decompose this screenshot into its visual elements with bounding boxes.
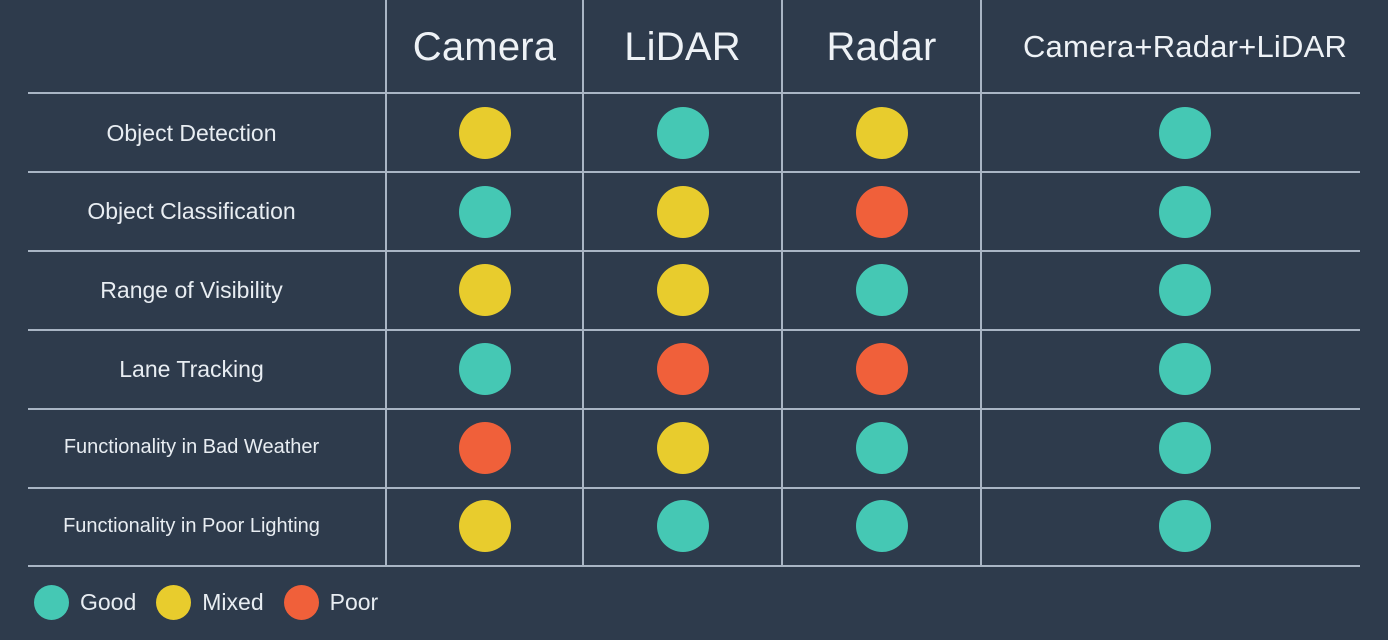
cell-range-of-visibility-camera — [387, 251, 582, 330]
rating-dot-mixed — [656, 264, 709, 317]
rating-dot-good — [1159, 421, 1211, 474]
cell-object-detection-radar — [783, 94, 980, 173]
column-header-camera: Camera — [412, 24, 557, 69]
legend-label-poor: Poor — [329, 589, 379, 615]
cell-object-detection-fusion — [982, 94, 1388, 173]
rating-dot-good — [656, 107, 709, 160]
rating-dot-good — [855, 500, 908, 553]
rating-dot-mixed — [656, 421, 709, 474]
rating-dot-good — [855, 264, 908, 317]
cell-range-of-visibility-fusion — [982, 251, 1388, 330]
legend-label-good: Good — [80, 589, 137, 615]
cell-poor-lighting-fusion — [982, 487, 1388, 566]
table-row: Functionality in Bad Weather — [0, 408, 1388, 487]
row-label-object-detection: Object Detection — [106, 119, 277, 146]
cell-bad-weather-fusion — [982, 408, 1388, 487]
rating-dot-good — [1159, 343, 1211, 396]
rating-dot-poor — [855, 185, 908, 238]
table-header-row: Camera LiDAR Radar Camera+Radar+LiDAR — [0, 0, 1388, 94]
row-label-object-classification: Object Classification — [87, 198, 296, 225]
rating-dot-mixed — [458, 500, 511, 553]
rating-dot-poor — [458, 421, 511, 474]
rating-dot-good — [855, 421, 908, 474]
rating-dot-mixed — [656, 185, 709, 238]
table-row: Lane Tracking — [0, 330, 1388, 409]
sensor-comparison-matrix: Camera LiDAR Radar Camera+Radar+LiDAR Ob… — [0, 0, 1388, 640]
legend-item-poor: Poor — [283, 585, 379, 620]
cell-poor-lighting-lidar — [584, 487, 781, 566]
cell-object-detection-camera — [387, 94, 582, 173]
table-row: Functionality in Poor Lighting — [0, 487, 1388, 566]
column-header-fusion: Camera+Radar+LiDAR — [1022, 29, 1348, 64]
legend-dot-mixed-icon — [156, 585, 192, 620]
rating-dot-poor — [855, 343, 908, 396]
rating-dot-good — [458, 185, 511, 238]
cell-bad-weather-lidar — [584, 408, 781, 487]
rating-dot-good — [458, 343, 511, 396]
table-row: Range of Visibility — [0, 251, 1388, 330]
cell-object-classification-camera — [387, 173, 582, 252]
cell-lane-tracking-radar — [783, 330, 980, 409]
rating-dot-mixed — [458, 264, 511, 317]
cell-object-classification-fusion — [982, 173, 1388, 252]
column-header-lidar: LiDAR — [624, 24, 741, 69]
row-label-functionality-bad-weather: Functionality in Bad Weather — [63, 436, 320, 459]
rating-dot-good — [1159, 107, 1211, 160]
cell-object-detection-lidar — [584, 94, 781, 173]
cell-bad-weather-camera — [387, 408, 582, 487]
rating-dot-good — [656, 500, 709, 553]
rating-dot-good — [1159, 185, 1211, 238]
rating-dot-good — [1159, 500, 1211, 553]
row-label-lane-tracking: Lane Tracking — [119, 355, 264, 382]
legend: Good Mixed Poor — [34, 585, 398, 620]
rating-dot-good — [1159, 264, 1211, 317]
rating-dot-mixed — [855, 107, 908, 160]
legend-label-mixed: Mixed — [202, 589, 264, 615]
cell-range-of-visibility-lidar — [584, 251, 781, 330]
rating-dot-poor — [656, 343, 709, 396]
table-row: Object Classification — [0, 173, 1388, 252]
legend-item-good: Good — [34, 585, 136, 620]
cell-poor-lighting-camera — [387, 487, 582, 566]
legend-item-mixed: Mixed — [156, 585, 264, 620]
cell-lane-tracking-lidar — [584, 330, 781, 409]
legend-dot-good-icon — [34, 585, 69, 620]
row-label-range-of-visibility: Range of Visibility — [100, 276, 283, 303]
legend-dot-poor-icon — [283, 585, 319, 620]
cell-lane-tracking-camera — [387, 330, 582, 409]
rating-dot-mixed — [458, 107, 511, 160]
table-row: Object Detection — [0, 94, 1388, 173]
cell-poor-lighting-radar — [783, 487, 980, 566]
cell-lane-tracking-fusion — [982, 330, 1388, 409]
cell-object-classification-lidar — [584, 173, 781, 252]
row-label-functionality-poor-lighting: Functionality in Poor Lighting — [63, 514, 320, 537]
cell-object-classification-radar — [783, 173, 980, 252]
cell-bad-weather-radar — [783, 408, 980, 487]
cell-range-of-visibility-radar — [783, 251, 980, 330]
column-header-radar: Radar — [826, 24, 937, 69]
